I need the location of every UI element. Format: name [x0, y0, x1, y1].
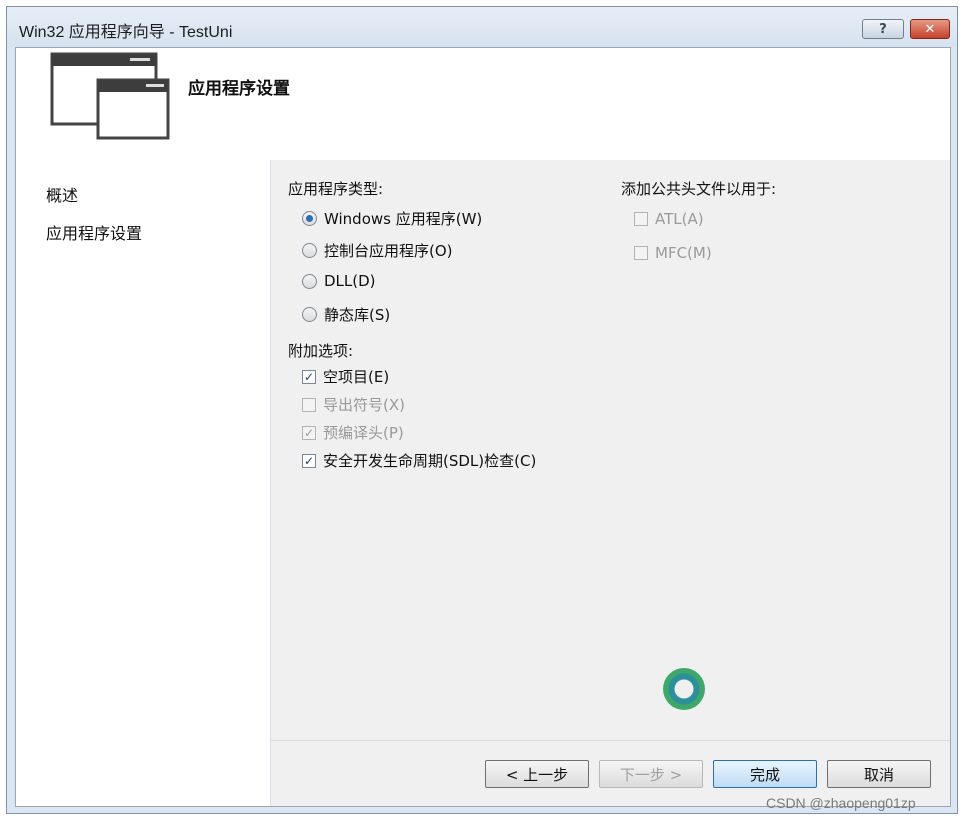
radio-dll[interactable]: DLL(D): [302, 272, 376, 290]
help-button[interactable]: ?: [862, 19, 904, 39]
checkbox-icon: [634, 246, 648, 260]
footer-divider: [271, 740, 950, 741]
checkbox-label: 预编译头(P): [323, 424, 404, 442]
close-button[interactable]: ✕: [910, 19, 950, 39]
extra-options-label: 附加选项:: [288, 342, 354, 360]
next-button[interactable]: 下一步 >: [599, 760, 703, 788]
sidebar-item-overview[interactable]: 概述: [46, 182, 78, 206]
sidebar-item-app-settings[interactable]: 应用程序设置: [46, 220, 142, 244]
checkbox-icon: [634, 212, 648, 226]
page-title: 应用程序设置: [188, 79, 290, 99]
radio-label: Windows 应用程序(W): [324, 210, 483, 228]
checkbox-precompiled-header[interactable]: ✓ 预编译头(P): [302, 422, 404, 443]
radio-label: 静态库(S): [324, 306, 391, 324]
settings-panel: 应用程序类型: Windows 应用程序(W) 控制台应用程序(O) DLL(D…: [271, 160, 950, 806]
finish-button[interactable]: 完成: [713, 760, 817, 788]
radio-icon: [302, 273, 317, 289]
checkbox-empty-project[interactable]: ✓ 空项目(E): [302, 366, 389, 387]
checkbox-sdl-checks[interactable]: ✓ 安全开发生命周期(SDL)检查(C): [302, 450, 536, 471]
checkbox-label: 空项目(E): [323, 368, 390, 386]
radio-selected-icon: [302, 211, 317, 226]
checkbox-label: 导出符号(X): [323, 396, 405, 414]
checkbox-icon: [302, 397, 316, 412]
checkbox-export-symbols[interactable]: 导出符号(X): [302, 394, 405, 415]
radio-icon: [302, 307, 317, 322]
radio-windows-app[interactable]: Windows 应用程序(W): [302, 208, 482, 229]
cancel-button[interactable]: 取消: [827, 760, 931, 788]
checkbox-label: ATL(A): [655, 210, 704, 228]
window-title: Win32 应用程序向导 - TestUni: [19, 24, 233, 41]
app-type-label: 应用程序类型:: [288, 180, 384, 198]
wizard-header: 应用程序设置: [16, 48, 950, 160]
radio-icon: [302, 243, 317, 258]
checkbox-label: MFC(M): [655, 244, 712, 262]
checkbox-label: 安全开发生命周期(SDL)检查(C): [323, 452, 537, 470]
radio-label: DLL(D): [324, 272, 376, 290]
wizard-window: Win32 应用程序向导 - TestUni ? ✕ 应用程序设置 概述 应用程…: [6, 6, 958, 814]
loading-spinner-icon: [663, 668, 705, 710]
checkbox-mfc[interactable]: MFC(M): [634, 244, 712, 262]
sidebar: 概述 应用程序设置: [16, 160, 271, 806]
checkbox-checked-icon: ✓: [302, 453, 316, 468]
common-headers-label: 添加公共头文件以用于:: [621, 180, 777, 198]
radio-label: 控制台应用程序(O): [324, 242, 453, 260]
checkbox-atl[interactable]: ATL(A): [634, 210, 704, 228]
wizard-content: 应用程序设置 概述 应用程序设置 应用程序类型: Windows 应用程序(W)…: [15, 47, 951, 807]
watermark: CSDN @zhaopeng01zp: [766, 795, 916, 811]
checkbox-checked-icon: ✓: [302, 369, 316, 384]
prev-button[interactable]: < 上一步: [485, 760, 589, 788]
wizard-windows-icon: [50, 52, 170, 140]
radio-console-app[interactable]: 控制台应用程序(O): [302, 240, 453, 261]
radio-static-lib[interactable]: 静态库(S): [302, 304, 390, 325]
checkbox-checked-icon: ✓: [302, 425, 316, 440]
title-bar[interactable]: Win32 应用程序向导 - TestUni ? ✕: [7, 7, 957, 47]
